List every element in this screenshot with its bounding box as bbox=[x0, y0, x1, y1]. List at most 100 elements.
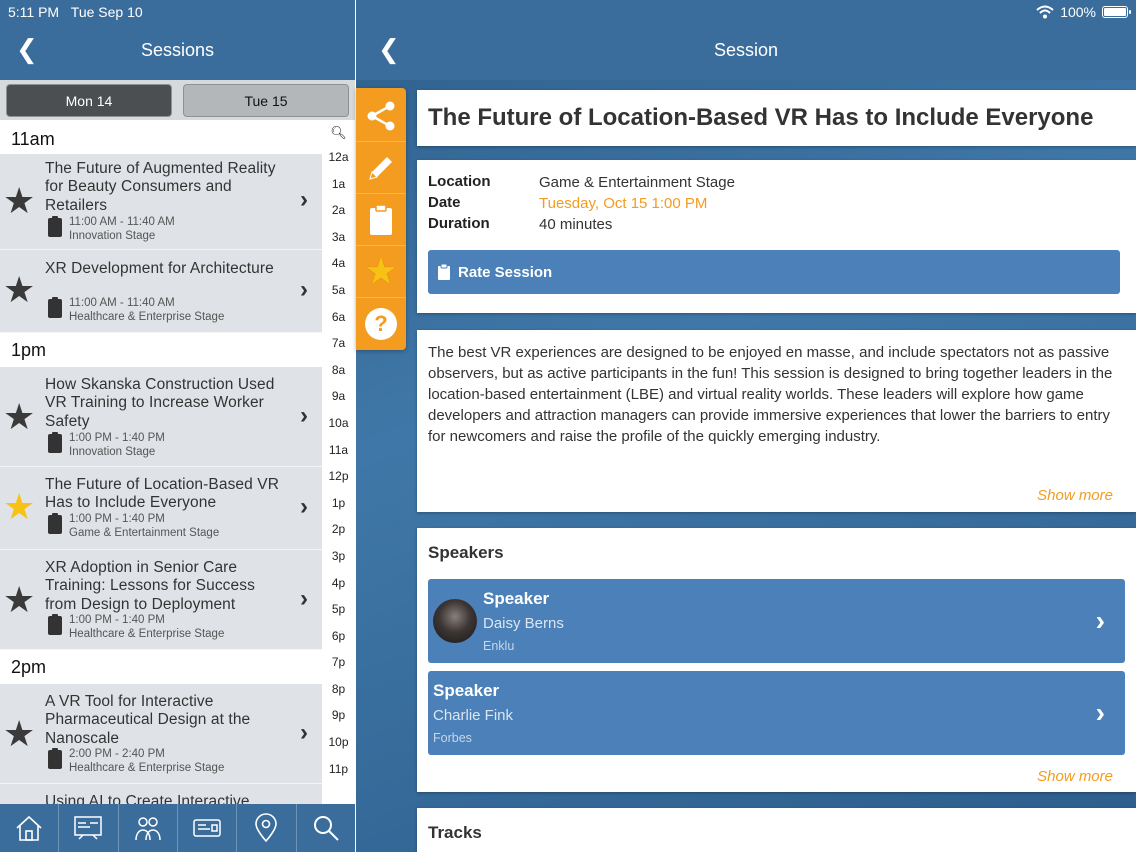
action-sidebar: ★ ? bbox=[356, 88, 406, 350]
session-row[interactable]: ★ The Future of Location-Based VR Has to… bbox=[0, 467, 322, 550]
rate-session-button[interactable]: Rate Session bbox=[428, 250, 1120, 294]
tracks-heading: Tracks bbox=[428, 823, 482, 842]
session-row[interactable]: ★ How Skanska Construction Used VR Train… bbox=[0, 367, 322, 467]
speakers-card: Speakers Speaker Daisy Berns Enklu › Spe… bbox=[417, 528, 1136, 792]
date-value[interactable]: Tuesday, Oct 15 1:00 PM bbox=[539, 195, 707, 212]
show-more-link[interactable]: Show more bbox=[1037, 487, 1113, 504]
session-time: 1:00 PM - 1:40 PM bbox=[69, 614, 165, 626]
session-title: Using AI to Create Interactive bbox=[45, 793, 250, 804]
status-time: 5:11 PM Tue Sep 10 bbox=[8, 4, 143, 20]
session-time: 11:00 AM - 11:40 AM bbox=[69, 216, 175, 228]
index-item[interactable]: 5a bbox=[322, 277, 355, 304]
sessions-panel: ❮ Sessions Mon 14 Tue 15 11am ★ The Futu… bbox=[0, 0, 355, 852]
bottom-tab-bar bbox=[0, 804, 355, 852]
index-item[interactable]: 2a bbox=[322, 197, 355, 224]
edit-icon[interactable] bbox=[356, 142, 406, 194]
speaker-name: Daisy Berns bbox=[483, 615, 564, 632]
time-index[interactable]: 🔍︎ 12a 1a 2a 3a 4a 5a 6a 7a 8a 9a 10a 11… bbox=[322, 122, 355, 804]
index-item[interactable]: 1p bbox=[322, 490, 355, 517]
search-icon[interactable]: 🔍︎ bbox=[322, 122, 355, 144]
location-value: Game & Entertainment Stage bbox=[539, 174, 735, 191]
schedule-icon[interactable] bbox=[59, 804, 119, 852]
index-item[interactable]: 5p bbox=[322, 596, 355, 623]
clipboard-icon bbox=[48, 513, 62, 534]
session-title: How Skanska Construction Used VR Trainin… bbox=[45, 376, 275, 430]
index-item[interactable]: 9a bbox=[322, 383, 355, 410]
index-item[interactable]: 7p bbox=[322, 649, 355, 676]
session-time: 1:00 PM - 1:40 PM bbox=[69, 432, 165, 444]
session-time: 2:00 PM - 2:40 PM bbox=[69, 748, 165, 760]
session-time: 11:00 AM - 11:40 AM bbox=[69, 297, 175, 309]
session-title: XR Development for Architecture bbox=[45, 260, 274, 277]
index-item[interactable]: 9p bbox=[322, 702, 355, 729]
index-item[interactable]: 10a bbox=[322, 410, 355, 437]
day-tab-tue[interactable]: Tue 15 bbox=[183, 84, 349, 117]
star-icon[interactable]: ★ bbox=[3, 582, 35, 618]
map-pin-icon[interactable] bbox=[237, 804, 297, 852]
index-item[interactable]: 10p bbox=[322, 729, 355, 756]
session-row[interactable]: ★ The Future of Augmented Reality for Be… bbox=[0, 154, 322, 250]
show-more-speakers-link[interactable]: Show more bbox=[1037, 768, 1113, 785]
battery-icon bbox=[1102, 6, 1131, 18]
avatar bbox=[433, 599, 477, 643]
chevron-right-icon: › bbox=[300, 585, 308, 612]
clipboard-icon bbox=[48, 748, 62, 769]
speaker-org: Enklu bbox=[483, 639, 515, 653]
status-bar: 5:11 PM Tue Sep 10 100% bbox=[0, 0, 1136, 24]
star-icon[interactable]: ★ bbox=[3, 399, 35, 435]
index-item[interactable]: 4p bbox=[322, 570, 355, 597]
speaker-name: Charlie Fink bbox=[433, 707, 514, 724]
index-item[interactable]: 4a bbox=[322, 250, 355, 277]
speakers-heading: Speakers bbox=[428, 543, 504, 562]
session-row[interactable]: Using AI to Create Interactive bbox=[0, 784, 322, 804]
star-icon[interactable]: ★ bbox=[3, 272, 35, 308]
speaker-row[interactable]: Speaker Charlie Fink Forbes › bbox=[428, 671, 1125, 755]
session-row[interactable]: ★ XR Development for Architecture › 11:0… bbox=[0, 250, 322, 333]
duration-value: 40 minutes bbox=[539, 216, 613, 233]
index-item[interactable]: 11p bbox=[322, 756, 355, 783]
date-label: Date bbox=[428, 194, 461, 211]
index-item[interactable]: 3p bbox=[322, 543, 355, 570]
index-item[interactable]: 2p bbox=[322, 516, 355, 543]
people-icon[interactable] bbox=[119, 804, 178, 852]
index-item[interactable]: 6a bbox=[322, 304, 355, 331]
ticket-icon[interactable] bbox=[178, 804, 238, 852]
search-icon[interactable] bbox=[297, 804, 355, 852]
description-card: The best VR experiences are designed to … bbox=[417, 330, 1136, 512]
index-item[interactable]: 7a bbox=[322, 330, 355, 357]
session-title: The Future of Augmented Reality for Beau… bbox=[45, 160, 276, 214]
session-row[interactable]: ★ XR Adoption in Senior Care Training: L… bbox=[0, 550, 322, 650]
index-item[interactable]: 11a bbox=[322, 437, 355, 464]
star-icon[interactable]: ★ bbox=[356, 246, 406, 298]
share-icon[interactable] bbox=[356, 90, 406, 142]
clipboard-icon[interactable] bbox=[356, 194, 406, 246]
day-tab-mon[interactable]: Mon 14 bbox=[6, 84, 172, 117]
index-item[interactable]: 1a bbox=[322, 171, 355, 198]
chevron-right-icon: › bbox=[300, 493, 308, 520]
session-description: The best VR experiences are designed to … bbox=[428, 344, 1113, 445]
session-title: A VR Tool for Interactive Pharmaceutical… bbox=[45, 693, 251, 747]
sessions-title: Sessions bbox=[140, 40, 215, 60]
chevron-right-icon: › bbox=[300, 186, 308, 213]
star-icon[interactable]: ★ bbox=[3, 183, 35, 219]
speaker-org: Forbes bbox=[433, 731, 472, 745]
session-time: 1:00 PM - 1:40 PM bbox=[69, 513, 165, 525]
chevron-right-icon: › bbox=[300, 719, 308, 746]
chevron-right-icon: › bbox=[300, 276, 308, 303]
index-item[interactable]: 12p bbox=[322, 463, 355, 490]
star-icon[interactable]: ★ bbox=[3, 489, 35, 525]
location-label: Location bbox=[428, 173, 491, 190]
home-icon[interactable] bbox=[0, 804, 60, 852]
index-item[interactable]: 6p bbox=[322, 623, 355, 650]
help-icon[interactable]: ? bbox=[356, 298, 406, 350]
chevron-right-icon: › bbox=[1095, 605, 1105, 636]
speaker-row[interactable]: Speaker Daisy Berns Enklu › bbox=[428, 579, 1125, 663]
index-item[interactable]: 3a bbox=[322, 224, 355, 251]
status-date: Tue Sep 10 bbox=[70, 4, 143, 20]
index-item[interactable]: 8a bbox=[322, 357, 355, 384]
star-icon[interactable]: ★ bbox=[3, 716, 35, 752]
session-row[interactable]: ★ A VR Tool for Interactive Pharmaceutic… bbox=[0, 684, 322, 784]
index-item[interactable]: 12a bbox=[322, 144, 355, 171]
session-stage: Healthcare & Enterprise Stage bbox=[69, 762, 225, 774]
index-item[interactable]: 8p bbox=[322, 676, 355, 703]
